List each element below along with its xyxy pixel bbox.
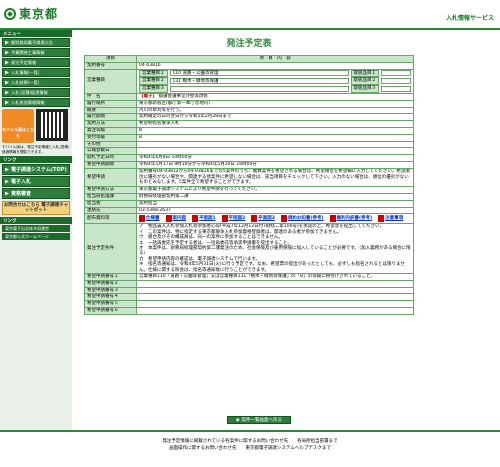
work-cell: 営業種目１ 110 道路・公園等管理 取扱品目１ 営業種目２ 131 樹木・緑地等保護…: [136, 68, 414, 94]
table-row: 連絡先 03-5388-2637: [84, 206, 414, 215]
table-row: 営業種目 営業種目１ 110 道路・公園等管理 取扱品目１ 営業種目２ 131 樹木・…: [84, 68, 414, 94]
link-qualification[interactable]: 資格審査: [2, 188, 70, 199]
arrow-icon: [5, 80, 9, 85]
table-row: 希望申請番号３: [84, 286, 414, 295]
arrow-icon: ◆: [236, 417, 240, 423]
table-row: 希望申請方法 東京都電子調達システムにより希望申請を行ってください。: [84, 186, 414, 194]
pdf-icon: [221, 215, 228, 223]
attachment-link[interactable]: 案内図: [165, 215, 186, 223]
sidebar-item[interactable]: 予算関係工事情報: [2, 48, 70, 57]
attachment-link[interactable]: 平面図3: [251, 215, 275, 223]
arrow-icon: [5, 70, 9, 75]
table-row: 公報登載日: [84, 147, 414, 156]
table-row: 希望申請 契約番号04-03812から04-03816までの5案件のうち、複数案件…: [84, 167, 414, 188]
attachment-link[interactable]: 平面図1: [192, 215, 216, 223]
sidebar-item[interactable]: 入札参加資格情報: [2, 98, 70, 107]
table-row: 概要 河川の草刈等を行う。: [84, 106, 414, 115]
service-title: 入札情報サービス: [445, 15, 494, 22]
pdf-icon: [378, 215, 385, 223]
arrow-icon: [5, 40, 9, 45]
attachment-link[interactable]: 仕様書: [139, 215, 160, 223]
back-to-list-button[interactable]: ◆ 案件一覧画面へ戻る: [227, 416, 291, 424]
conditions-text: ア 物品賃入入札参加入札等参加者心得(平成7年12月12日付7財経二第100号)…: [136, 223, 414, 274]
arrow-icon: [5, 191, 9, 196]
arrow-icon: [5, 167, 9, 172]
table-row: その他: [84, 140, 414, 149]
sidebar-item[interactable]: 入札結果(一覧): [2, 78, 70, 87]
table-row: 希望申請番号１ 営業種目110「道路・公園等管理」又は営業種目131「樹木・緑地等…: [84, 272, 414, 281]
table-row: 発注予定条件ア 物品賃入入札参加入札等参加者心得(平成7年12月12日付7財経二…: [84, 223, 414, 274]
table-row: 受付等級 B: [84, 133, 414, 142]
table-row: 担当者 契約担当: [84, 199, 414, 208]
table-row: 履行期間 契約確定の日の翌日から令和5年2月28日まで: [84, 113, 414, 122]
pdf-icon: [251, 215, 258, 223]
table-row: 希望申請番号６: [84, 306, 414, 315]
header-divider: [0, 28, 500, 30]
arrow-icon: [5, 90, 9, 95]
table-row: 開札予定日時 令和4年6月8日 10時00分: [84, 154, 414, 162]
arrow-icon: [5, 50, 9, 55]
link-egov[interactable]: 東京電子自治体共同運営: [2, 225, 70, 232]
pdf-icon: [192, 215, 198, 223]
table-row: 希望申請番号５: [84, 300, 414, 308]
attachment-link[interactable]: 規約お知書(参考): [280, 215, 324, 223]
pdf-icon: [139, 215, 145, 223]
footer-line: 画面操作に関するお問い合わせ先 東京都電子調達システムヘルプデスクまで: [169, 446, 331, 451]
mobile-button[interactable]: モバイル版はこちら: [2, 109, 34, 143]
attachments: 仕様書 案内図 平面図1 平面図2 平面図3 規約お知書(参考) 権利内訳書(参…: [139, 215, 411, 223]
tokyo-logo[interactable]: 東京都: [4, 5, 58, 22]
link-tokyo-official[interactable]: 東京都公式ホームページ: [2, 233, 70, 240]
page-title: 発注予定表: [226, 39, 272, 49]
tokyo-emblem-icon: [4, 7, 16, 20]
main-content: 発注予定表 項目項 目 内 容 契約番号 04-03816 営業種目 営業種目１ 1…: [84, 36, 414, 315]
table-row: 契約方法 希望制指名競争入札: [84, 120, 414, 128]
bottom-links-title: リンク: [0, 217, 72, 224]
attachment-link[interactable]: 注意事項: [378, 215, 403, 223]
head-item: 項目: [84, 55, 137, 63]
table-row: 配布資料等 仕様書 案内図 平面図1 平面図2 平面図3 規約お知書(参考) 権…: [84, 213, 414, 225]
link-procurement-top[interactable]: 電子調達システム(TOP): [2, 164, 70, 175]
mobile-text: モバイル版は、発注予定情報と入札(見積)経過情報を閲覧できます。: [2, 145, 70, 154]
sidebar: メニュー 都財務局電子調達公告 予算関係工事情報 発注予定情報 入札情報(一覧)…: [0, 30, 72, 430]
links-title: リンク: [0, 156, 72, 163]
table-row: 発注等級 B: [84, 126, 414, 135]
header: 東京都 入札情報サービス: [0, 0, 500, 30]
sidebar-item[interactable]: 入札(見積)経過情報: [2, 88, 70, 97]
table-row: 契約番号 04-03816: [84, 61, 414, 70]
qr-code-icon: [36, 109, 68, 141]
table-row: 希望申請番号２: [84, 279, 414, 288]
sidebar-item[interactable]: 発注予定情報: [2, 58, 70, 67]
arrow-icon: [5, 60, 9, 65]
table-row: 希望申請期間 令和4年5月17日 9時30分から令和4年5月20日 16時00分: [84, 160, 414, 169]
footer-line: 発注予定情報に掲載されている各案件に関するお問い合わせ先 各局所担当部署まで: [162, 439, 338, 444]
table-row: 希望申請番号４: [84, 293, 414, 302]
table-row: 担当局処理課 財務局経理部契約第二課: [84, 192, 414, 201]
table-row: 件 名【電子】 都議会議事堂外壁等改修: [84, 92, 414, 101]
faq-chatbot-button[interactable]: お問合せはこちら 電子調達チャットボット: [2, 201, 70, 215]
footer: 発注予定情報に掲載されている各案件に関するお問い合わせ先 各局所担当部署まで 画…: [0, 430, 500, 467]
e-tag: 【電子】: [139, 93, 157, 99]
mobile-block: モバイル版はこちら: [2, 109, 70, 143]
sidebar-item[interactable]: 都財務局電子調達公告: [2, 38, 70, 47]
sidebar-item[interactable]: 入札情報(一覧): [2, 68, 70, 77]
menu-title: メニュー: [0, 30, 72, 37]
arrow-icon: [5, 100, 9, 105]
pdf-icon: [280, 215, 287, 223]
pdf-icon: [165, 215, 172, 223]
attachment-link[interactable]: 平面図2: [221, 215, 245, 223]
arrow-icon: [5, 179, 9, 184]
attachment-link[interactable]: 権利内訳書(参考): [329, 215, 372, 223]
link-e-bid[interactable]: 電子入札: [2, 176, 70, 187]
table-row: 履行場所 東京都新宿区(都庁第一本庁舎地内): [84, 99, 414, 108]
pdf-icon: [329, 215, 336, 223]
head-content: 項 目 内 容: [136, 55, 414, 63]
logo-text: 東京都: [19, 7, 59, 21]
detail-table: 項目項 目 内 容 契約番号 04-03816 営業種目 営業種目１ 110 道路・…: [84, 55, 414, 315]
